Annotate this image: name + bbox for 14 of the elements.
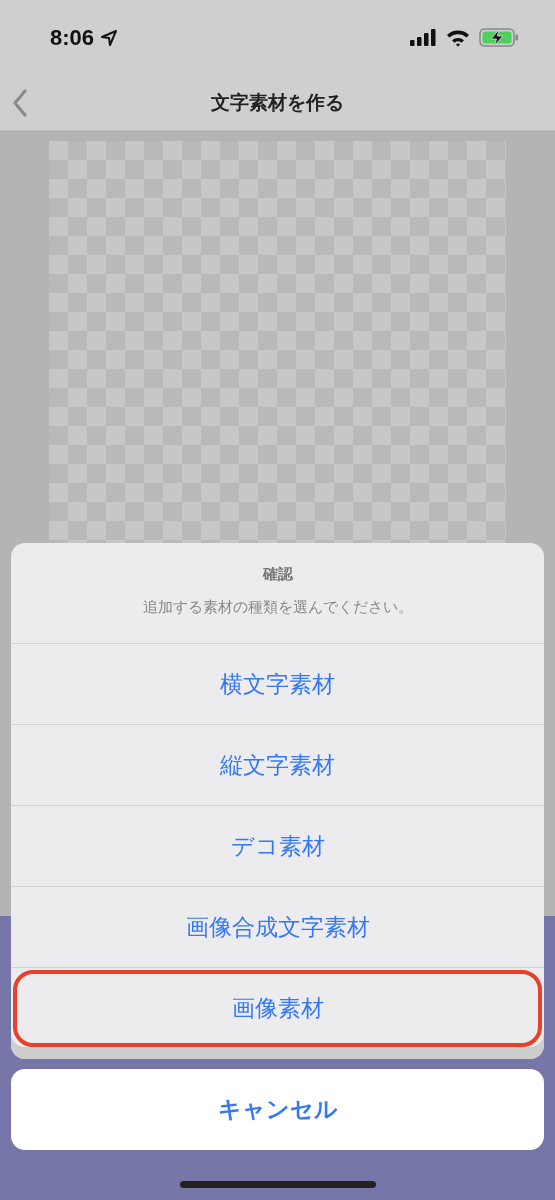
sheet-option[interactable]: 縦文字素材	[11, 725, 544, 806]
sheet-title: 確認	[262, 565, 293, 584]
sheet-option[interactable]: 画像合成文字素材	[11, 887, 544, 968]
cancel-button[interactable]: キャンセル	[11, 1069, 544, 1150]
screen-title: 文字素材を作る	[211, 89, 344, 115]
status-time: 8:06	[50, 24, 95, 51]
sheet-option[interactable]: 画像素材	[11, 968, 544, 1049]
location-arrow-icon	[100, 28, 119, 47]
sheet-option[interactable]: デコ素材	[11, 806, 544, 887]
wifi-icon	[446, 28, 470, 47]
battery-charging-icon	[479, 28, 519, 47]
sheet-message: 追加する素材の種類を選んでください。	[142, 598, 413, 617]
sheet-option[interactable]: 横文字素材	[11, 644, 544, 725]
signal-icon	[410, 29, 437, 46]
